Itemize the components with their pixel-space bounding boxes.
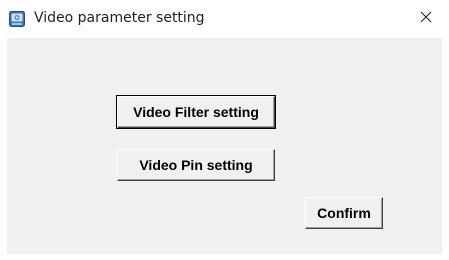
title-bar[interactable]: Video parameter setting (0, 0, 449, 38)
video-filter-setting-button[interactable]: Video Filter setting (116, 95, 276, 129)
close-icon (420, 10, 432, 28)
confirm-button[interactable]: Confirm (305, 197, 383, 229)
video-app-icon (9, 11, 25, 27)
dialog-window: Video parameter setting Video Filter set… (0, 0, 449, 260)
window-title: Video parameter setting (34, 10, 205, 26)
close-button[interactable] (403, 0, 449, 38)
dialog-client-area: Video Filter setting Video Pin setting C… (7, 38, 442, 254)
video-pin-setting-button[interactable]: Video Pin setting (117, 149, 275, 181)
